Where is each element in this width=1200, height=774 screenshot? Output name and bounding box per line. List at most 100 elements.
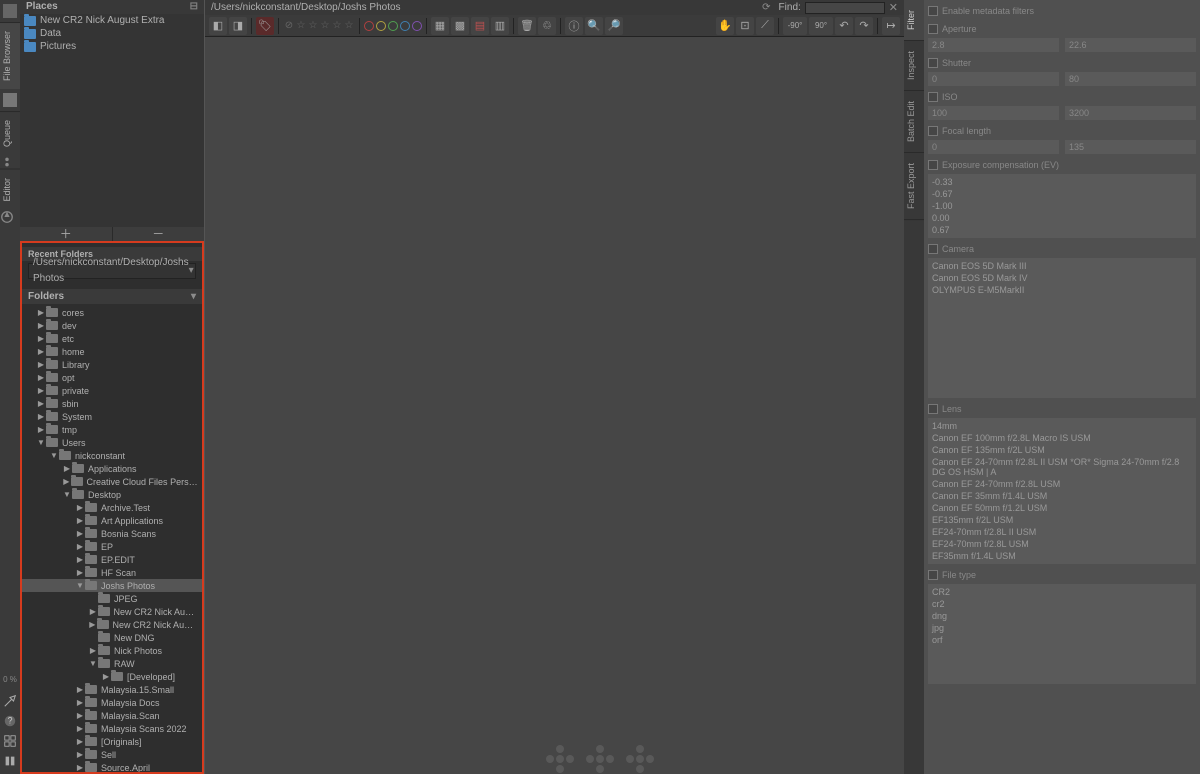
list-item[interactable]: Canon EF 135mm f/2L USM	[932, 444, 1192, 456]
tree-row[interactable]: ▶home	[22, 345, 202, 358]
expand-icon[interactable]: ▶	[75, 685, 85, 694]
list-item[interactable]: Canon EOS 5D Mark III	[932, 260, 1192, 272]
unedited-icon[interactable]: ▩	[451, 17, 469, 35]
list-item[interactable]: Canon EF 35mm f/1.4L USM	[932, 490, 1192, 502]
trash-icon[interactable]: 🗑	[518, 17, 536, 35]
focal-to-input[interactable]: 135	[1065, 140, 1196, 154]
expand-icon[interactable]: ▶	[62, 464, 72, 473]
iso-to-input[interactable]: 3200	[1065, 106, 1196, 120]
expand-icon[interactable]: ▼	[49, 451, 59, 460]
tree-row[interactable]: ▶HF Scan	[22, 566, 202, 579]
remove-place-button[interactable]: －	[113, 227, 205, 241]
tab-batch-edit[interactable]: Batch Edit	[904, 91, 924, 153]
folder-icon[interactable]	[3, 93, 17, 107]
enable-metadata-checkbox[interactable]: Enable metadata filters	[928, 4, 1196, 18]
aperture-to-input[interactable]: 22.6	[1065, 38, 1196, 52]
lens-checkbox[interactable]: Lens	[928, 402, 1196, 416]
star-5[interactable]: ☆	[343, 17, 355, 35]
saved-icon[interactable]: ▤	[471, 17, 489, 35]
tree-row[interactable]: ▶Malaysia Docs	[22, 696, 202, 709]
list-item[interactable]: EF24-70mm f/2.8L II USM	[932, 526, 1192, 538]
tree-row[interactable]: ▶EP.EDIT	[22, 553, 202, 566]
unsaved-icon[interactable]: ▥	[491, 17, 509, 35]
list-item[interactable]: orf	[932, 634, 1192, 646]
expand-icon[interactable]: ▶	[36, 386, 46, 395]
tree-row[interactable]: JPEG	[22, 592, 202, 605]
filetype-checkbox[interactable]: File type	[928, 568, 1196, 582]
shutter-to-input[interactable]: 80	[1065, 72, 1196, 86]
list-item[interactable]: dng	[932, 610, 1192, 622]
view-right-icon[interactable]: ◨	[229, 17, 247, 35]
star-4[interactable]: ☆	[331, 17, 343, 35]
tree-row[interactable]: ▶New CR2 Nick August …	[22, 618, 202, 631]
expand-icon[interactable]: ▶	[75, 750, 85, 759]
arrow-tool-icon[interactable]	[3, 694, 17, 708]
list-item[interactable]: 0.67	[932, 224, 1192, 236]
tree-row[interactable]: New DNG	[22, 631, 202, 644]
expand-icon[interactable]: ▶	[75, 724, 85, 733]
place-item[interactable]: Data	[20, 27, 204, 40]
tree-row[interactable]: ▶Library	[22, 358, 202, 371]
color-labels[interactable]	[364, 21, 422, 31]
list-item[interactable]: -1.00	[932, 200, 1192, 212]
color-dot[interactable]	[364, 21, 374, 31]
shutter-from-input[interactable]: 0	[928, 72, 1059, 86]
fullscreen-icon[interactable]	[3, 734, 17, 748]
expand-icon[interactable]: ▼	[36, 438, 46, 447]
list-item[interactable]: 0.00	[932, 212, 1192, 224]
expand-icon[interactable]: ▶	[101, 672, 111, 681]
list-item[interactable]: cr2	[932, 598, 1192, 610]
focal-checkbox[interactable]: Focal length	[928, 124, 1196, 138]
expand-icon[interactable]: ▶	[75, 737, 85, 746]
expand-icon[interactable]: ▶	[75, 698, 85, 707]
iso-from-input[interactable]: 100	[928, 106, 1059, 120]
pan-icon[interactable]: ✋	[716, 17, 734, 35]
find-input[interactable]	[805, 2, 885, 14]
expand-icon[interactable]: ▶	[36, 399, 46, 408]
exposure-list[interactable]: -0.33-0.67-1.000.000.67	[928, 174, 1196, 238]
tree-row[interactable]: ▶Malaysia.Scan	[22, 709, 202, 722]
expand-icon[interactable]: ▶	[36, 412, 46, 421]
color-dot[interactable]	[412, 21, 422, 31]
expand-icon[interactable]: ▶	[88, 607, 98, 616]
tree-row[interactable]: ▶dev	[22, 319, 202, 332]
filetype-list[interactable]: CR2cr2dngjpgorf	[928, 584, 1196, 684]
color-dot[interactable]	[388, 21, 398, 31]
expand-icon[interactable]: ▶	[75, 503, 85, 512]
zoom-out-icon[interactable]: 🔍	[585, 17, 603, 35]
expand-icon[interactable]: ▼	[88, 659, 98, 668]
folders-header[interactable]: Folders▾	[22, 289, 202, 304]
edited-icon[interactable]: ▦	[431, 17, 449, 35]
tree-row[interactable]: ▶Source.April	[22, 761, 202, 772]
list-item[interactable]: -0.67	[932, 188, 1192, 200]
tab-file-browser[interactable]: File Browser	[0, 22, 20, 89]
tree-row[interactable]: ▶System	[22, 410, 202, 423]
tree-row[interactable]: ▶Malaysia Scans 2022	[22, 722, 202, 735]
tab-inspect[interactable]: Inspect	[904, 41, 924, 91]
tree-row[interactable]: ▶cores	[22, 306, 202, 319]
list-item[interactable]: EF24-70mm f/2.8L USM	[932, 538, 1192, 550]
expand-icon[interactable]: ▶	[36, 347, 46, 356]
aperture-from-input[interactable]: 2.8	[928, 38, 1059, 52]
expand-icon[interactable]: ▶	[75, 529, 85, 538]
star-0[interactable]: ⊘	[283, 17, 295, 35]
list-item[interactable]: Canon EF 24-70mm f/2.8L USM	[932, 478, 1192, 490]
send-icon[interactable]: ↦	[882, 17, 900, 35]
tree-row[interactable]: ▶sbin	[22, 397, 202, 410]
tree-row[interactable]: ▶Creative Cloud Files Personal …	[22, 475, 202, 488]
tree-row[interactable]: ▶New CR2 Nick August	[22, 605, 202, 618]
rotate-right-icon[interactable]: 90°	[809, 17, 833, 35]
star-2[interactable]: ☆	[307, 17, 319, 35]
tree-row[interactable]: ▼Desktop	[22, 488, 202, 501]
list-item[interactable]: jpg	[932, 622, 1192, 634]
tree-row[interactable]: ▼Users	[22, 436, 202, 449]
tree-row[interactable]: ▶Art Applications	[22, 514, 202, 527]
tab-fast-export[interactable]: Fast Export	[904, 153, 924, 220]
tree-row[interactable]: ▶Archive.Test	[22, 501, 202, 514]
list-item[interactable]: -0.33	[932, 176, 1192, 188]
expand-icon[interactable]: ▶	[75, 542, 85, 551]
expand-icon[interactable]: ▶	[88, 646, 98, 655]
view-left-icon[interactable]: ◧	[209, 17, 227, 35]
rating-stars[interactable]: ⊘ ☆ ☆ ☆ ☆ ☆	[283, 17, 355, 35]
rotate-left-icon[interactable]: -90°	[783, 17, 807, 35]
